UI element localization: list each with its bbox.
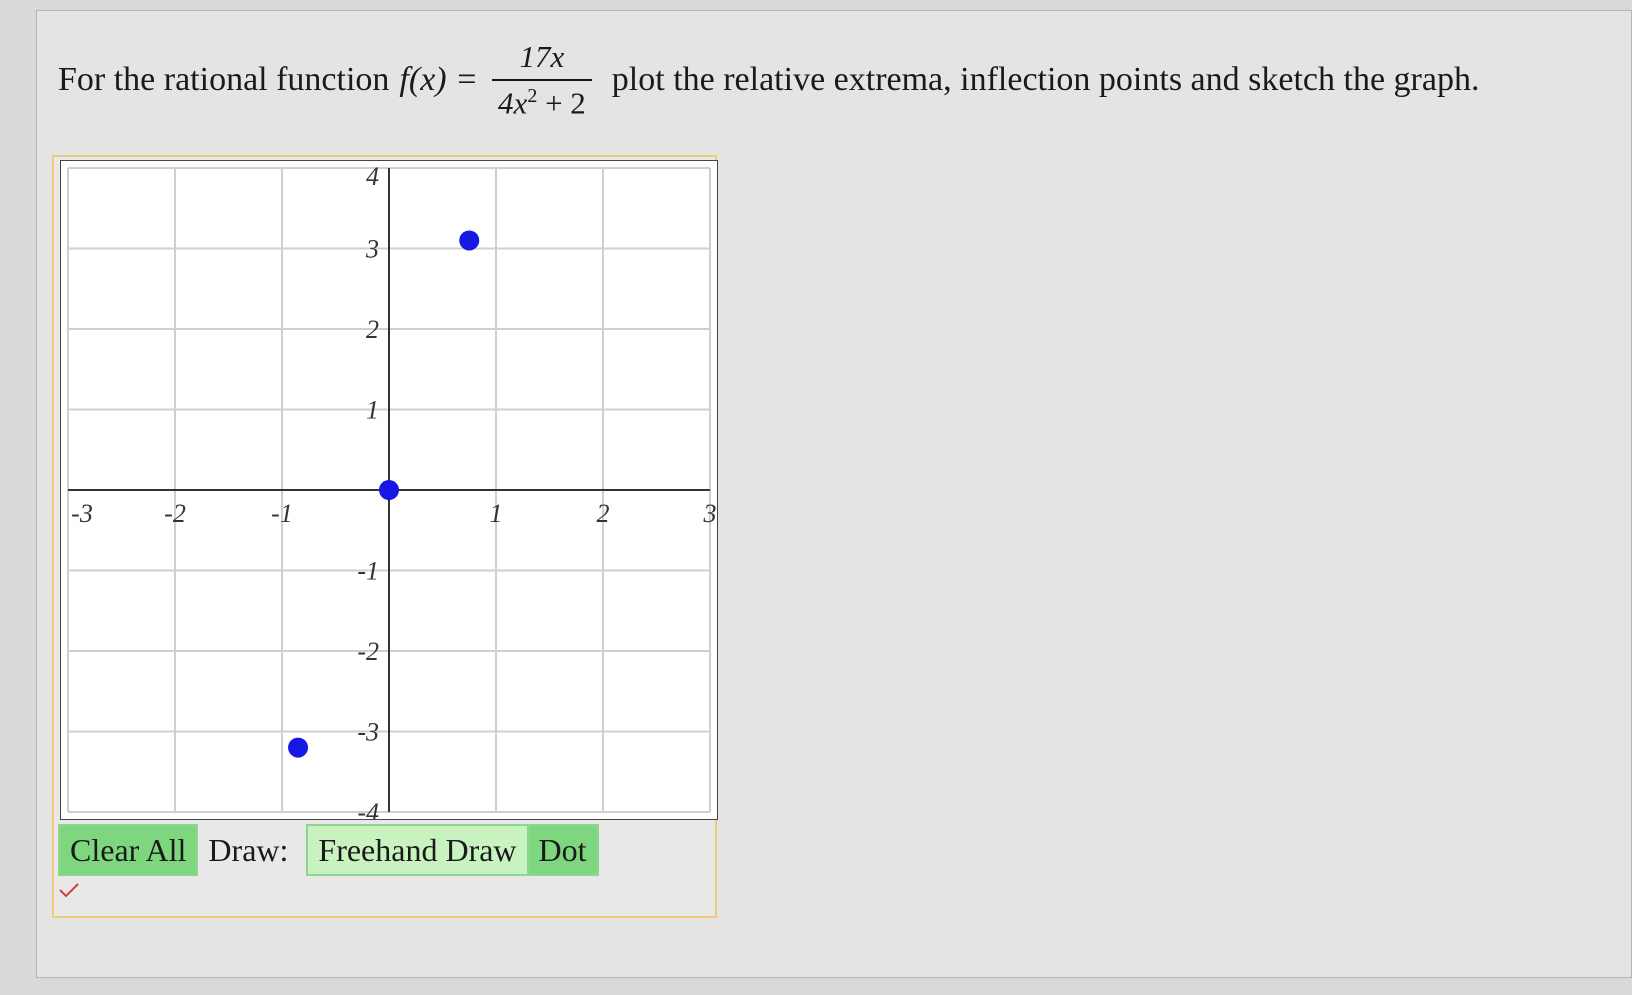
y-tick-label: 4	[366, 162, 379, 191]
y-tick-label: -2	[357, 637, 379, 666]
function-fraction: 17x 4x2 + 2	[492, 39, 592, 121]
graph-toolbar: Clear All Draw: Freehand Draw Dot	[58, 824, 599, 876]
question-text: For the rational function f(x) = 17x 4x2…	[58, 30, 1479, 130]
y-tick-label: 2	[366, 315, 379, 344]
question-suffix: plot the relative extrema, inflection po…	[611, 61, 1480, 98]
x-tick-label: 2	[597, 499, 610, 528]
fraction-denominator: 4x2 + 2	[492, 78, 592, 121]
dot-button[interactable]: Dot	[528, 824, 599, 876]
y-tick-label: 1	[366, 396, 379, 425]
y-tick-label: -4	[357, 798, 379, 820]
plotted-dot[interactable]	[379, 480, 399, 500]
x-tick-label: -3	[71, 499, 93, 528]
y-tick-label: -3	[357, 718, 379, 747]
plotted-dot[interactable]	[288, 737, 309, 758]
fraction-numerator: 17x	[519, 38, 565, 74]
denominator-exponent: 2	[527, 84, 538, 107]
y-tick-label: 3	[365, 235, 379, 264]
clear-all-button[interactable]: Clear All	[58, 824, 199, 876]
denominator-base: 4x	[498, 85, 528, 121]
x-tick-label: -1	[271, 499, 293, 528]
draw-label: Draw:	[208, 831, 289, 868]
question-prefix: For the rational function	[58, 61, 390, 98]
x-tick-label: 1	[490, 499, 503, 528]
x-tick-label: 3	[703, 499, 717, 528]
denominator-rest: + 2	[537, 85, 586, 121]
x-tick-label: -2	[164, 499, 186, 528]
graph-canvas[interactable]: -3 -2 -1 1 2 3 4 3 2 1 -1 -2 -3 -4	[60, 160, 718, 820]
freehand-draw-button[interactable]: Freehand Draw	[306, 824, 529, 876]
function-name: f(x) =	[399, 61, 479, 98]
check-icon	[59, 883, 79, 898]
plotted-dot[interactable]	[459, 230, 480, 251]
y-tick-label: -1	[357, 557, 379, 586]
